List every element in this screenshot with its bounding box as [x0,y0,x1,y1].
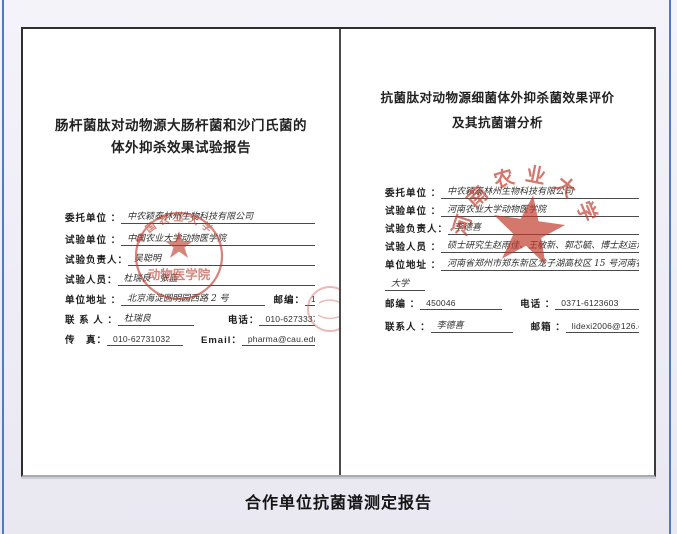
field-value: 北京海淀圆明园西路 2 号 [121,291,265,306]
field-label: 电话 ： [520,296,555,310]
right-field-test-leader: 试验负责人： 李德喜 [385,220,639,235]
field-label: 试验负责人： [385,221,448,235]
right-report-title-line2: 及其抗菌谱分析 [349,111,646,136]
field-label: 试验负责人： [65,252,128,266]
right-field-test-staff: 试验人员 ： 硕士研究生赵雨佳、王敏新、郭芯毓、博士赵运泽 [385,238,639,253]
field-label: 委托单位 ： [385,185,441,199]
left-field-test-unit: 试验单位 ： 中国农业大学动物医学院 [65,231,315,246]
field-value: 中农颖泰林州生物科技有限公司 [441,184,639,199]
left-report-title-line2: 体外抑杀效果试验报告 [31,137,331,159]
left-field-fax-email: 传 真： 010-62731032 Email： pharma@cau.edu.… [65,332,315,346]
right-report-page: 抗菌肽对动物源细菌体外抑杀菌效果评价 及其抗菌谱分析 委托单位 ： 中农颖泰林州… [339,29,654,475]
field-label: 邮编 ： [385,296,420,310]
field-value: 中国农业大学动物医学院 [121,231,315,246]
field-value: 硕士研究生赵雨佳、王敏新、郭芯毓、博士赵运泽 [441,238,639,253]
left-field-contact: 联 系 人 ： 杜瑞良 电话： 010-62733378 [65,311,315,326]
field-value: 大学 [385,276,425,291]
right-report-title: 抗菌肽对动物源细菌体外抑杀菌效果评价 及其抗菌谱分析 [349,86,646,136]
field-value: 100193 [305,294,315,306]
field-label: 试验人员： [65,272,118,286]
field-value: 450046 [420,298,502,310]
field-value: 杜瑞良 [118,311,194,326]
right-report-title-line1: 抗菌肽对动物源细菌体外抑杀菌效果评价 [349,86,646,111]
field-value: pharma@cau.edu.cn [242,334,315,346]
left-border-accent-line [2,0,4,534]
right-border-accent-line [669,0,671,534]
field-label: 电话： [228,312,260,326]
field-label: 邮箱 ： [531,319,566,333]
field-label: 委托单位 ： [65,210,121,224]
field-label: 传 真： [65,332,107,346]
field-label: 单位地址 ： [385,257,441,271]
field-label: 单位地址 ： [65,292,121,306]
right-field-contact-email: 联系人 ： 李德喜 邮箱 ： lidexi2006@126.com [385,318,639,333]
right-field-zip-phone: 邮编 ： 450046 电话 ： 0371-6123603 [385,296,639,310]
field-value: 河南省郑州市郑东新区龙子湖高校区 15 号河南农业 [441,256,639,271]
left-field-consignor: 委托单位 ： 中农颖泰林州生物科技有限公司 [65,209,315,224]
field-value: 010-62733378 [259,314,315,326]
field-value: 0371-6123603 [555,298,639,310]
field-value: 吴聪明 [128,251,315,266]
field-value: 010-62731032 [107,334,183,346]
left-field-test-staff: 试验人员： 杜瑞良 张蓝 [65,271,315,286]
figure-caption: 合作单位抗菌谱测定报告 [0,489,677,513]
left-report-title: 肠杆菌肽对动物源大肠杆菌和沙门氏菌的 体外抑杀效果试验报告 [31,115,331,159]
left-report-title-line1: 肠杆菌肽对动物源大肠杆菌和沙门氏菌的 [31,115,331,137]
right-field-address: 单位地址 ： 河南省郑州市郑东新区龙子湖高校区 15 号河南农业 [385,256,639,271]
scanned-documents-frame: 肠杆菌肽对动物源大肠杆菌和沙门氏菌的 体外抑杀效果试验报告 委托单位 ： 中农颖… [21,27,656,477]
field-label: 试验单位 ： [65,232,121,246]
right-field-test-unit: 试验单位 ： 河南农业大学动物医学院 [385,202,639,217]
field-value: 杜瑞良 张蓝 [118,271,315,286]
field-value: 河南农业大学动物医学院 [441,202,639,217]
field-label: Email： [201,332,242,346]
left-report-page: 肠杆菌肽对动物源大肠杆菌和沙门氏菌的 体外抑杀效果试验报告 委托单位 ： 中农颖… [23,29,339,475]
field-value: 李德喜 [448,220,639,235]
screenshot-canvas: 肠杆菌肽对动物源大肠杆菌和沙门氏菌的 体外抑杀效果试验报告 委托单位 ： 中农颖… [0,0,677,534]
field-label: 联 系 人 ： [65,312,118,326]
left-field-test-leader: 试验负责人： 吴聪明 [65,251,315,266]
field-label: 试验单位 ： [385,203,441,217]
field-label: 联系人 ： [385,319,431,333]
field-label: 试验人员 ： [385,239,441,253]
field-value: 中农颖泰林州生物科技有限公司 [121,209,315,224]
field-value: lidexi2006@126.com [566,321,639,333]
right-field-consignor: 委托单位 ： 中农颖泰林州生物科技有限公司 [385,184,639,199]
field-label: 邮编： [273,292,305,306]
right-field-address-continuation: 大学 [385,276,639,291]
left-field-address: 单位地址 ： 北京海淀圆明园西路 2 号 邮编： 100193 [65,291,315,306]
field-value: 李德喜 [431,318,513,333]
